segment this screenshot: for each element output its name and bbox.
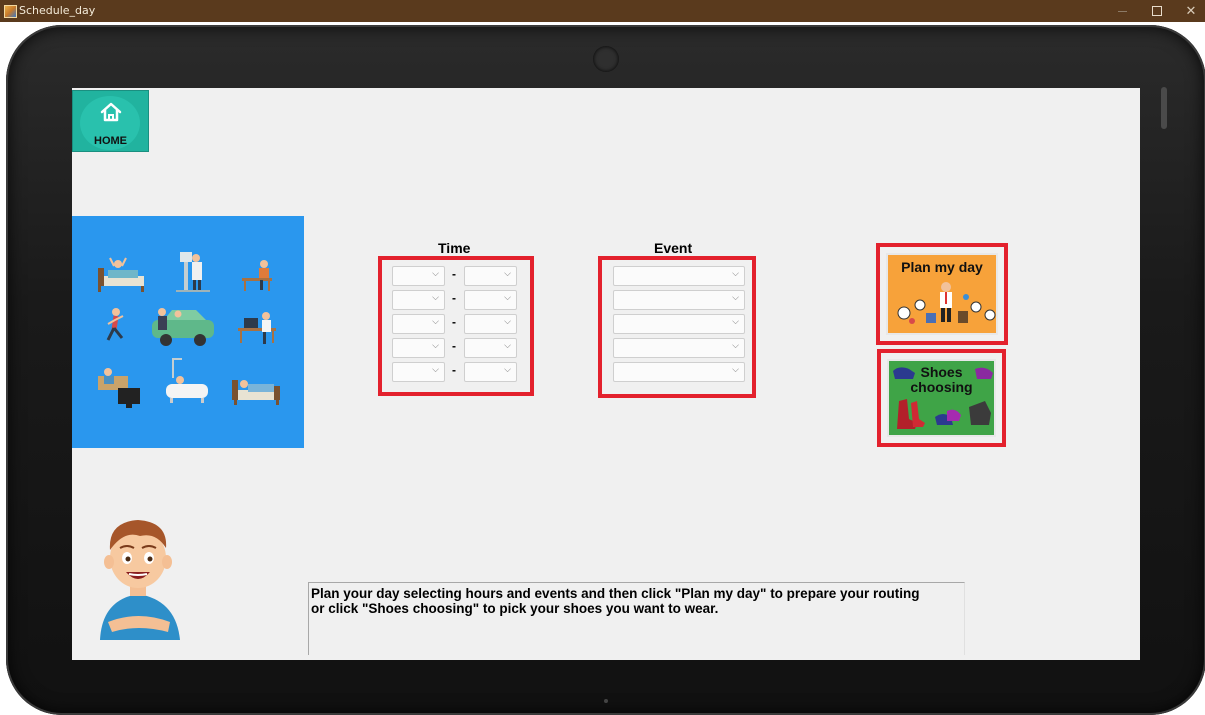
chevron-down-icon: ⌵ [432, 293, 439, 303]
close-button[interactable]: ✕ [1174, 0, 1205, 22]
app-screen: HOME Time ⌵ - ⌵ ⌵ - ⌵ ⌵ - ⌵ ⌵ - ⌵ ⌵ - ⌵ … [72, 88, 1140, 660]
activities-illustration [98, 252, 280, 408]
chevron-down-icon: ⌵ [432, 317, 439, 327]
watching-tv-icon [98, 368, 140, 408]
maximize-icon [1152, 6, 1162, 16]
chevron-down-icon: ⌵ [504, 269, 511, 279]
time-separator: - [452, 291, 456, 305]
daily-activities-image [72, 216, 304, 448]
end-time-select-3[interactable]: ⌵ [464, 314, 517, 334]
chevron-down-icon: ⌵ [732, 269, 739, 279]
end-time-select-2[interactable]: ⌵ [464, 290, 517, 310]
plan-my-day-image: Plan my day [886, 253, 998, 335]
minimize-button[interactable] [1105, 0, 1139, 22]
chevron-down-icon: ⌵ [504, 341, 511, 351]
shoes-label-line2: choosing [910, 379, 973, 395]
breakfast-icon [242, 260, 272, 291]
chevron-down-icon: ⌵ [504, 317, 511, 327]
car-commute-icon [152, 308, 214, 346]
plan-my-day-button[interactable]: Plan my day [876, 243, 1008, 345]
window-title-bar: Schedule_day ✕ [0, 0, 1205, 22]
time-separator: - [452, 339, 456, 353]
end-time-select-1[interactable]: ⌵ [464, 266, 517, 286]
event-select-5[interactable]: ⌵ [613, 362, 745, 382]
camera-icon [593, 46, 619, 72]
event-select-3[interactable]: ⌵ [613, 314, 745, 334]
start-time-select-1[interactable]: ⌵ [392, 266, 445, 286]
home-icon [100, 102, 122, 122]
minimize-icon [1117, 10, 1127, 12]
waking-up-icon [98, 257, 144, 292]
home-sensor [604, 699, 608, 703]
end-time-select-4[interactable]: ⌵ [464, 338, 517, 358]
chevron-down-icon: ⌵ [504, 365, 511, 375]
event-select-4[interactable]: ⌵ [613, 338, 745, 358]
working-desk-icon [238, 312, 276, 344]
chevron-down-icon: ⌵ [732, 341, 739, 351]
app-icon [4, 5, 17, 18]
plan-day-illustration [897, 282, 996, 324]
start-time-select-5[interactable]: ⌵ [392, 362, 445, 382]
chevron-down-icon: ⌵ [432, 269, 439, 279]
start-time-select-4[interactable]: ⌵ [392, 338, 445, 358]
close-icon: ✕ [1185, 3, 1197, 18]
home-label: HOME [94, 135, 127, 147]
event-heading: Event [654, 240, 693, 256]
avatar [100, 520, 180, 640]
instructions-text: Plan your day selecting hours and events… [311, 586, 961, 616]
maximize-button[interactable] [1140, 0, 1174, 22]
chevron-down-icon: ⌵ [432, 365, 439, 375]
chevron-down-icon: ⌵ [732, 293, 739, 303]
showering-icon [176, 252, 210, 292]
chevron-down-icon: ⌵ [504, 293, 511, 303]
instructions-textbox[interactable]: Plan your day selecting hours and events… [308, 582, 965, 655]
time-separator: - [452, 363, 456, 377]
end-time-select-5[interactable]: ⌵ [464, 362, 517, 382]
instructions-line-2: or click "Shoes choosing" to pick your s… [311, 601, 719, 616]
bath-icon [166, 358, 208, 403]
time-separator: - [452, 315, 456, 329]
start-time-select-3[interactable]: ⌵ [392, 314, 445, 334]
chevron-down-icon: ⌵ [432, 341, 439, 351]
sleeping-icon [232, 380, 280, 405]
side-button [1161, 87, 1167, 129]
event-select-1[interactable]: ⌵ [613, 266, 745, 286]
window-title: Schedule_day [19, 4, 96, 17]
event-select-2[interactable]: ⌵ [613, 290, 745, 310]
time-separator: - [452, 267, 456, 281]
shoes-choosing-button[interactable]: Shoes choosing [877, 349, 1006, 447]
home-button[interactable]: HOME [72, 90, 149, 152]
shoes-choosing-image: Shoes choosing [887, 359, 996, 437]
plan-my-day-label: Plan my day [901, 259, 983, 275]
time-heading: Time [438, 240, 471, 256]
chevron-down-icon: ⌵ [732, 317, 739, 327]
instructions-line-1: Plan your day selecting hours and events… [311, 586, 920, 601]
shoes-choosing-label: Shoes choosing [889, 365, 994, 395]
start-time-select-2[interactable]: ⌵ [392, 290, 445, 310]
chevron-down-icon: ⌵ [732, 365, 739, 375]
running-icon [106, 308, 124, 341]
shoes-label-line1: Shoes [920, 364, 963, 380]
